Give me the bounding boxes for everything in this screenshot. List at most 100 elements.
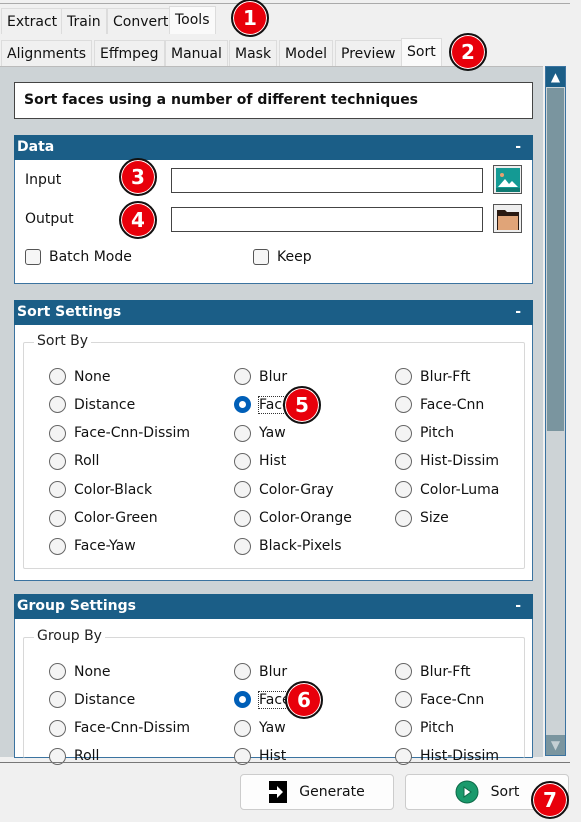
checkbox-box[interactable] bbox=[253, 249, 269, 265]
radio-button[interactable] bbox=[49, 663, 66, 680]
radio-blur-fft[interactable]: Blur-Fft bbox=[395, 368, 471, 385]
radio-color-gray[interactable]: Color-Gray bbox=[234, 481, 334, 499]
radio-button[interactable] bbox=[49, 396, 66, 414]
keep-checkbox[interactable]: Keep bbox=[253, 249, 312, 265]
tab-model[interactable]: Model bbox=[279, 40, 334, 66]
radio-label: Face-Yaw bbox=[74, 538, 136, 555]
tab-effmpeg[interactable]: Effmpeg bbox=[94, 40, 165, 66]
radio-button[interactable] bbox=[234, 663, 251, 680]
radio-distance[interactable]: Distance bbox=[49, 691, 135, 709]
tab-manual[interactable]: Manual bbox=[165, 40, 228, 66]
radio-hist[interactable]: Hist bbox=[234, 452, 286, 470]
radio-color-black[interactable]: Color-Black bbox=[49, 481, 152, 499]
radio-button[interactable] bbox=[395, 396, 412, 414]
tab-sort[interactable]: Sort bbox=[401, 38, 442, 66]
radio-button[interactable] bbox=[395, 719, 412, 737]
vertical-scrollbar[interactable]: ▲ ▼ bbox=[545, 66, 566, 756]
radio-blur[interactable]: Blur bbox=[234, 663, 287, 680]
tab-mask[interactable]: Mask bbox=[229, 40, 278, 66]
scroll-up-button[interactable]: ▲ bbox=[546, 67, 565, 87]
radio-button[interactable] bbox=[234, 691, 251, 709]
radio-yaw[interactable]: Yaw bbox=[234, 719, 286, 737]
radio-label: Yaw bbox=[259, 720, 286, 737]
radio-face[interactable]: Face bbox=[234, 690, 292, 709]
sort-settings-header[interactable]: Sort Settings - bbox=[14, 300, 533, 325]
browse-input-button[interactable] bbox=[493, 165, 522, 194]
radio-label: Face-Cnn-Dissim bbox=[74, 425, 191, 442]
radio-size[interactable]: Size bbox=[395, 509, 449, 527]
radio-color-orange[interactable]: Color-Orange bbox=[234, 509, 352, 527]
tab-train[interactable]: Train bbox=[61, 8, 107, 34]
tab-convert[interactable]: Convert bbox=[107, 8, 175, 34]
radio-yaw[interactable]: Yaw bbox=[234, 424, 286, 442]
sort-panel: Sort faces using a number of different t… bbox=[0, 66, 543, 765]
radio-face-cnn[interactable]: Face-Cnn bbox=[395, 396, 484, 414]
radio-label: Face-Cnn bbox=[420, 691, 485, 708]
folder-icon bbox=[496, 209, 519, 230]
collapse-button[interactable]: - bbox=[515, 300, 521, 325]
radio-button[interactable] bbox=[234, 509, 251, 527]
radio-button[interactable] bbox=[49, 537, 66, 555]
radio-label: Distance bbox=[74, 396, 136, 413]
browse-output-button[interactable] bbox=[493, 204, 522, 233]
radio-face-yaw[interactable]: Face-Yaw bbox=[49, 537, 136, 555]
tab-alignments[interactable]: Alignments bbox=[1, 40, 93, 66]
radio-button[interactable] bbox=[234, 368, 251, 385]
radio-button[interactable] bbox=[234, 481, 251, 499]
radio-color-luma[interactable]: Color-Luma bbox=[395, 481, 499, 499]
radio-hist-dissim[interactable]: Hist-Dissim bbox=[395, 452, 499, 470]
step-marker-3: 3 bbox=[119, 158, 157, 196]
radio-button[interactable] bbox=[234, 537, 251, 555]
radio-button[interactable] bbox=[395, 509, 412, 527]
generate-button[interactable]: Generate bbox=[240, 774, 394, 810]
radio-distance[interactable]: Distance bbox=[49, 396, 136, 414]
radio-button[interactable] bbox=[395, 663, 412, 680]
group-settings-section: Group By None Blur Blur-Fft Distance Face Fac… bbox=[14, 619, 533, 765]
scroll-down-button[interactable]: ▼ bbox=[546, 735, 565, 755]
data-section-header[interactable]: Data - bbox=[14, 135, 533, 160]
group-settings-header[interactable]: Group Settings - bbox=[14, 594, 533, 619]
radio-button[interactable] bbox=[234, 396, 251, 414]
radio-black-pixels[interactable]: Black-Pixels bbox=[234, 537, 342, 555]
radio-roll[interactable]: Roll bbox=[49, 452, 99, 470]
collapse-button[interactable]: - bbox=[515, 594, 521, 619]
radio-label: Face-Cnn-Dissim bbox=[74, 720, 191, 737]
tab-extract[interactable]: Extract bbox=[1, 8, 64, 34]
radio-button[interactable] bbox=[234, 424, 251, 442]
radio-face-cnn-dissim[interactable]: Face-Cnn-Dissim bbox=[49, 424, 191, 442]
radio-none[interactable]: None bbox=[49, 663, 111, 680]
chevron-up-icon: ▲ bbox=[550, 70, 561, 84]
radio-button[interactable] bbox=[49, 509, 66, 527]
radio-button[interactable] bbox=[49, 481, 66, 499]
output-field[interactable] bbox=[171, 207, 483, 232]
radio-button[interactable] bbox=[49, 452, 66, 470]
radio-color-green[interactable]: Color-Green bbox=[49, 509, 158, 527]
tab-preview[interactable]: Preview bbox=[335, 40, 402, 66]
radio-button[interactable] bbox=[49, 691, 66, 709]
radio-pitch[interactable]: Pitch bbox=[395, 424, 454, 442]
radio-face-cnn-dissim[interactable]: Face-Cnn-Dissim bbox=[49, 719, 191, 737]
collapse-button[interactable]: - bbox=[515, 135, 521, 160]
radio-button[interactable] bbox=[234, 719, 251, 737]
radio-button[interactable] bbox=[49, 368, 66, 385]
radio-blur[interactable]: Blur bbox=[234, 368, 287, 385]
radio-button[interactable] bbox=[49, 719, 66, 737]
step-marker-4: 4 bbox=[119, 201, 157, 239]
input-field[interactable] bbox=[171, 168, 483, 193]
footer-divider bbox=[0, 762, 570, 763]
batch-mode-checkbox[interactable]: Batch Mode bbox=[25, 249, 132, 265]
radio-none[interactable]: None bbox=[49, 368, 111, 385]
radio-button[interactable] bbox=[395, 368, 412, 385]
radio-button[interactable] bbox=[395, 452, 412, 470]
radio-blur-fft[interactable]: Blur-Fft bbox=[395, 663, 471, 680]
tab-tools[interactable]: Tools bbox=[169, 6, 216, 34]
scrollbar-thumb[interactable] bbox=[547, 88, 564, 431]
radio-button[interactable] bbox=[234, 452, 251, 470]
radio-face-cnn[interactable]: Face-Cnn bbox=[395, 691, 485, 709]
radio-button[interactable] bbox=[395, 481, 412, 499]
radio-pitch[interactable]: Pitch bbox=[395, 719, 454, 737]
checkbox-box[interactable] bbox=[25, 249, 41, 265]
radio-button[interactable] bbox=[395, 424, 412, 442]
radio-button[interactable] bbox=[395, 691, 412, 709]
radio-button[interactable] bbox=[49, 424, 66, 442]
